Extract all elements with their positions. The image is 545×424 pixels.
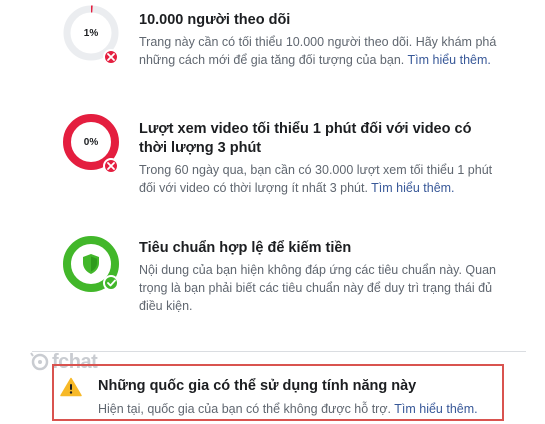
close-icon: [103, 49, 119, 65]
close-icon: [103, 158, 119, 174]
section-divider: [32, 351, 526, 352]
requirement-description: Trang này cần có tối thiểu 10.000 người …: [139, 35, 497, 67]
notice-description: Hiện tại, quốc gia của bạn có thể không …: [98, 402, 478, 416]
requirement-description: Trong 60 ngày qua, bạn cần có 30.000 lượ…: [139, 163, 493, 195]
country-availability-notice: Những quốc gia có thể sử dụng tính năng …: [52, 364, 504, 421]
check-icon: [103, 275, 119, 291]
requirement-video-views: 0% Lượt xem video tối thiểu 1 phút đối v…: [62, 113, 502, 213]
requirement-monetization-standards: Tiêu chuẩn hợp lệ để kiếm tiền Nội dung …: [62, 235, 502, 335]
requirement-title: Tiêu chuẩn hợp lệ để kiếm tiền: [139, 240, 352, 256]
requirement-description: Nội dung của bạn hiện không đáp ứng các …: [139, 263, 497, 313]
warning-icon: [60, 377, 82, 397]
learn-more-link[interactable]: Tìm hiểu thêm.: [394, 402, 477, 416]
learn-more-link[interactable]: Tìm hiểu thêm.: [408, 53, 491, 67]
chat-bubble-icon: [30, 352, 49, 371]
learn-more-link[interactable]: Tìm hiểu thêm.: [371, 181, 454, 195]
requirement-title: Lượt xem video tối thiểu 1 phút đối với …: [139, 121, 472, 156]
requirement-title: 10.000 người theo dõi: [139, 12, 291, 28]
requirement-followers: 1% 10.000 người theo dõi Trang này cần c…: [62, 4, 502, 84]
notice-title: Những quốc gia có thể sử dụng tính năng …: [98, 378, 417, 394]
shield-check-icon: [83, 254, 99, 274]
